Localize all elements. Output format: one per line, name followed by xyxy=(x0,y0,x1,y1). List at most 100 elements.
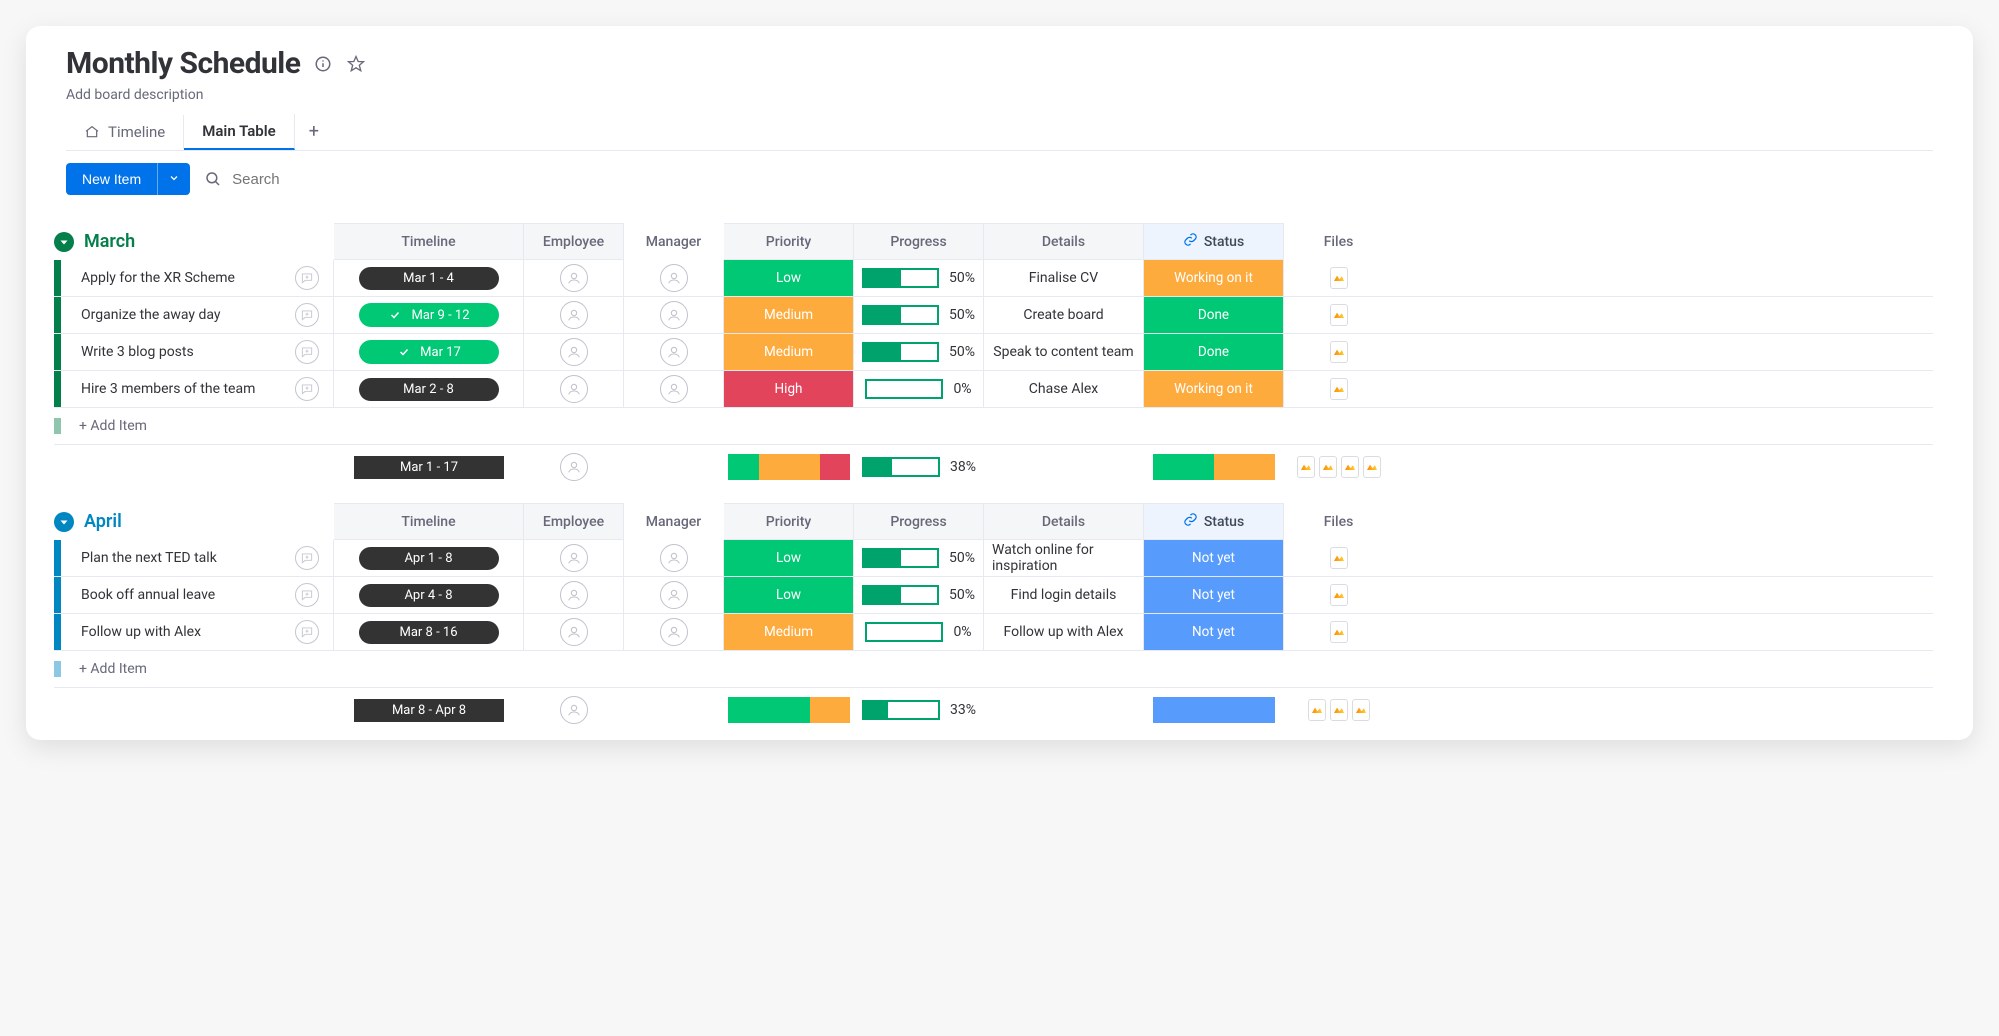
timeline-pill[interactable]: Mar 1 - 4 xyxy=(359,267,499,290)
collapse-icon[interactable] xyxy=(54,512,74,532)
col-employee[interactable]: Employee xyxy=(524,503,624,540)
add-item-label[interactable]: + Add Item xyxy=(61,418,147,434)
status-cell[interactable]: Not yet xyxy=(1144,540,1284,576)
avatar-placeholder[interactable] xyxy=(660,544,688,572)
avatar-placeholder[interactable] xyxy=(660,581,688,609)
priority-cell[interactable]: Medium xyxy=(724,334,854,370)
timeline-pill[interactable]: Apr 1 - 8 xyxy=(359,547,499,570)
details-cell[interactable]: Follow up with Alex xyxy=(984,614,1144,650)
col-files[interactable]: Files xyxy=(1284,223,1394,260)
progress-cell[interactable]: 50% xyxy=(854,540,984,576)
file-thumb[interactable] xyxy=(1330,378,1348,400)
col-status[interactable]: Status xyxy=(1144,223,1284,260)
avatar-placeholder[interactable] xyxy=(660,375,688,403)
add-update-icon[interactable] xyxy=(295,583,319,607)
group-title[interactable]: April xyxy=(84,511,122,532)
table-row[interactable]: Hire 3 members of the team Mar 2 - 8 Hig… xyxy=(54,371,1933,408)
avatar-placeholder[interactable] xyxy=(560,301,588,329)
details-cell[interactable]: Speak to content team xyxy=(984,334,1144,370)
details-cell[interactable]: Find login details xyxy=(984,577,1144,613)
timeline-pill[interactable]: Mar 17 xyxy=(359,340,499,364)
file-thumb[interactable] xyxy=(1352,699,1370,721)
status-cell[interactable]: Done xyxy=(1144,334,1284,370)
files-thumbs[interactable] xyxy=(1308,699,1370,721)
file-thumb[interactable] xyxy=(1330,341,1348,363)
files-thumbs[interactable] xyxy=(1330,378,1348,400)
group-title-cell[interactable]: April xyxy=(54,503,334,540)
priority-cell[interactable]: Low xyxy=(724,540,854,576)
item-cell[interactable]: Hire 3 members of the team xyxy=(54,371,334,407)
table-row[interactable]: Book off annual leave Apr 4 - 8 Low 50% … xyxy=(54,577,1933,614)
tab-timeline[interactable]: Timeline xyxy=(66,115,184,149)
details-cell[interactable]: Finalise CV xyxy=(984,260,1144,296)
col-files[interactable]: Files xyxy=(1284,503,1394,540)
item-cell[interactable]: Plan the next TED talk xyxy=(54,540,334,576)
col-manager[interactable]: Manager xyxy=(624,223,724,260)
avatar-placeholder[interactable] xyxy=(560,618,588,646)
star-icon[interactable] xyxy=(346,54,366,74)
files-cell[interactable] xyxy=(1284,577,1394,613)
status-cell[interactable]: Not yet xyxy=(1144,577,1284,613)
manager-cell[interactable] xyxy=(624,540,724,576)
item-name[interactable]: Follow up with Alex xyxy=(71,624,285,640)
employee-cell[interactable] xyxy=(524,260,624,296)
timeline-pill[interactable]: Apr 4 - 8 xyxy=(359,584,499,607)
priority-cell[interactable]: Medium xyxy=(724,297,854,333)
files-cell[interactable] xyxy=(1284,614,1394,650)
add-update-icon[interactable] xyxy=(295,266,319,290)
timeline-cell[interactable]: Apr 4 - 8 xyxy=(334,577,524,613)
timeline-cell[interactable]: Mar 8 - 16 xyxy=(334,614,524,650)
col-priority[interactable]: Priority xyxy=(724,223,854,260)
add-update-icon[interactable] xyxy=(295,546,319,570)
manager-cell[interactable] xyxy=(624,577,724,613)
files-thumbs[interactable] xyxy=(1330,584,1348,606)
priority-cell[interactable]: High xyxy=(724,371,854,407)
item-name[interactable]: Hire 3 members of the team xyxy=(71,381,285,397)
details-cell[interactable]: Chase Alex xyxy=(984,371,1144,407)
progress-cell[interactable]: 50% xyxy=(854,334,984,370)
table-row[interactable]: Follow up with Alex Mar 8 - 16 Medium 0%… xyxy=(54,614,1933,651)
item-name[interactable]: Book off annual leave xyxy=(71,587,285,603)
item-cell[interactable]: Apply for the XR Scheme xyxy=(54,260,334,296)
item-cell[interactable]: Organize the away day xyxy=(54,297,334,333)
timeline-pill[interactable]: Mar 9 - 12 xyxy=(359,303,499,327)
timeline-cell[interactable]: Mar 2 - 8 xyxy=(334,371,524,407)
item-cell[interactable]: Follow up with Alex xyxy=(54,614,334,650)
manager-cell[interactable] xyxy=(624,334,724,370)
table-row[interactable]: Plan the next TED talk Apr 1 - 8 Low 50%… xyxy=(54,540,1933,577)
progress-cell[interactable]: 0% xyxy=(854,614,984,650)
status-cell[interactable]: Not yet xyxy=(1144,614,1284,650)
timeline-pill[interactable]: Mar 2 - 8 xyxy=(359,378,499,401)
add-update-icon[interactable] xyxy=(295,303,319,327)
search[interactable] xyxy=(204,170,433,189)
file-thumb[interactable] xyxy=(1330,304,1348,326)
details-cell[interactable]: Create board xyxy=(984,297,1144,333)
avatar-placeholder[interactable] xyxy=(560,264,588,292)
file-thumb[interactable] xyxy=(1330,699,1348,721)
tab-add[interactable]: + xyxy=(295,113,333,150)
item-name[interactable]: Plan the next TED talk xyxy=(71,550,285,566)
add-update-icon[interactable] xyxy=(295,340,319,364)
file-thumb[interactable] xyxy=(1330,547,1348,569)
col-details[interactable]: Details xyxy=(984,223,1144,260)
group-title-cell[interactable]: March xyxy=(54,223,334,260)
priority-cell[interactable]: Medium xyxy=(724,614,854,650)
new-item-dropdown[interactable] xyxy=(157,163,190,195)
progress-cell[interactable]: 50% xyxy=(854,577,984,613)
files-cell[interactable] xyxy=(1284,371,1394,407)
col-timeline[interactable]: Timeline xyxy=(334,503,524,540)
timeline-cell[interactable]: Mar 17 xyxy=(334,334,524,370)
col-details[interactable]: Details xyxy=(984,503,1144,540)
add-item-label[interactable]: + Add Item xyxy=(61,661,147,677)
employee-cell[interactable] xyxy=(524,540,624,576)
avatar-placeholder[interactable] xyxy=(560,338,588,366)
file-thumb[interactable] xyxy=(1330,267,1348,289)
timeline-cell[interactable]: Mar 1 - 4 xyxy=(334,260,524,296)
files-thumbs[interactable] xyxy=(1297,456,1381,478)
progress-cell[interactable]: 50% xyxy=(854,260,984,296)
progress-cell[interactable]: 0% xyxy=(854,371,984,407)
col-progress[interactable]: Progress xyxy=(854,503,984,540)
timeline-cell[interactable]: Apr 1 - 8 xyxy=(334,540,524,576)
file-thumb[interactable] xyxy=(1297,456,1315,478)
employee-cell[interactable] xyxy=(524,614,624,650)
